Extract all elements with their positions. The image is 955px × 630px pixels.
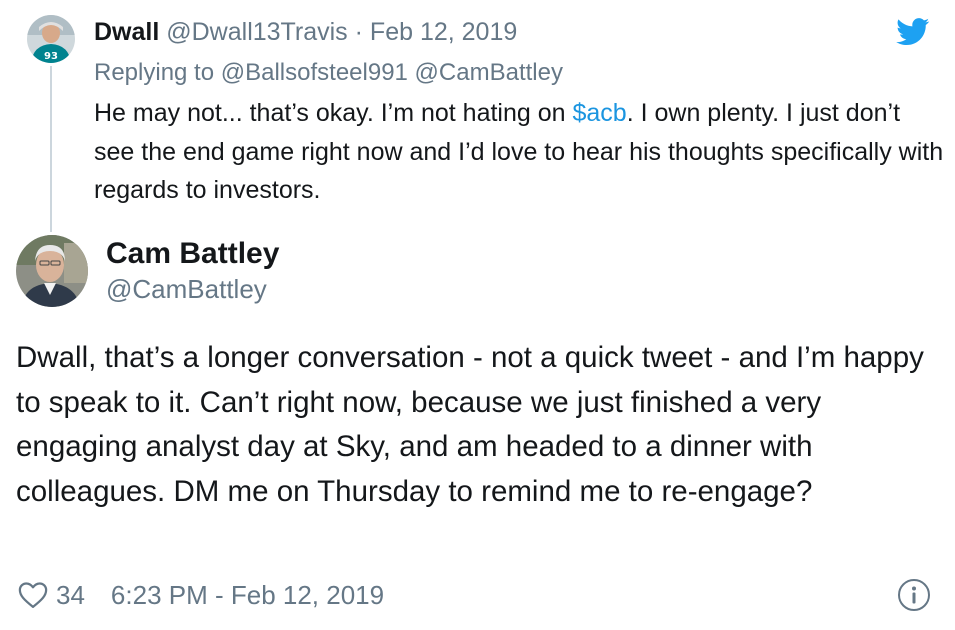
replying-to-prefix: Replying to xyxy=(94,59,221,86)
thread-connector-line xyxy=(50,66,52,232)
info-icon[interactable] xyxy=(897,578,931,612)
twitter-bird-icon[interactable] xyxy=(896,18,930,46)
main-tweet-text: Dwall, that’s a longer conversation - no… xyxy=(16,341,924,508)
reply-date[interactable]: Feb 12, 2019 xyxy=(370,18,517,46)
reply-author-name[interactable]: Dwall xyxy=(94,18,159,46)
reply-separator: · xyxy=(354,18,363,46)
main-author-name[interactable]: Cam Battley xyxy=(106,236,279,272)
svg-text:93: 93 xyxy=(44,51,58,62)
cashtag-link[interactable]: $acb xyxy=(573,99,627,127)
reply-tweet-text: He may not... that’s okay. I’m not hatin… xyxy=(94,94,944,210)
reply-text-before-cashtag: He may not... that’s okay. I’m not hatin… xyxy=(94,99,573,127)
reply-header: Dwall @Dwall13Travis · Feb 12, 2019 xyxy=(94,17,517,47)
heart-icon[interactable] xyxy=(18,581,48,609)
tweet-footer: 34 6:23 PM - Feb 12, 2019 xyxy=(18,578,384,612)
main-author-handle[interactable]: @CamBattley xyxy=(106,273,267,305)
replying-to-handles[interactable]: @Ballsofsteel991 @CamBattley xyxy=(221,59,563,86)
reply-author-handle[interactable]: @Dwall13Travis xyxy=(166,18,347,46)
avatar-dwall-icon[interactable]: 93 xyxy=(27,15,75,63)
replying-to-line: Replying to @Ballsofsteel991 @CamBattley xyxy=(94,58,563,88)
avatar-cam-battley-icon[interactable] xyxy=(16,235,88,307)
tweet-timestamp[interactable]: 6:23 PM - Feb 12, 2019 xyxy=(111,580,384,611)
like-count[interactable]: 34 xyxy=(56,580,85,611)
